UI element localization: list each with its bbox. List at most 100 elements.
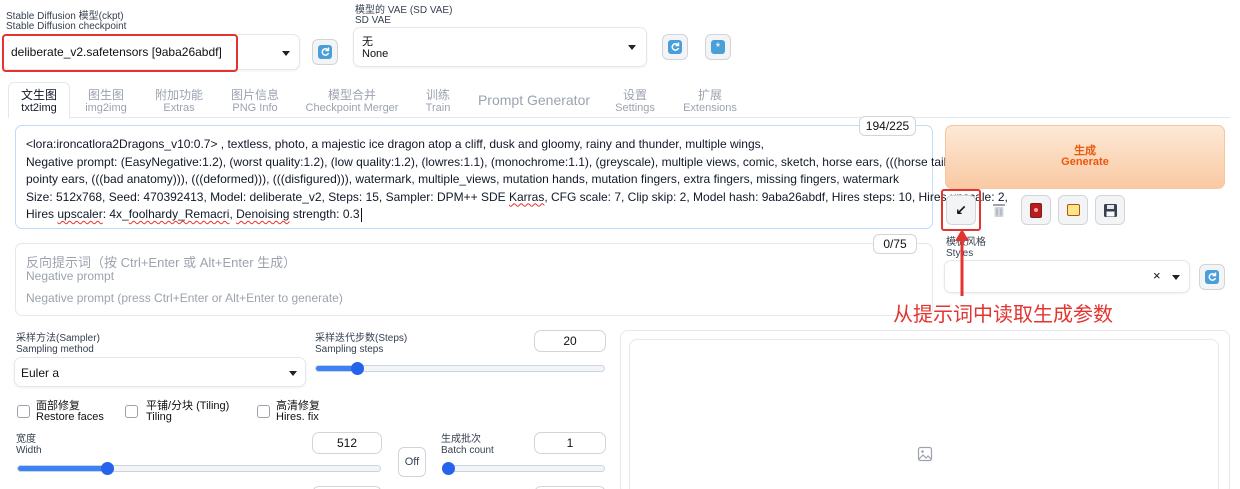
width-slider[interactable] xyxy=(17,465,381,472)
vae-select[interactable]: 无 None xyxy=(353,27,647,67)
tab-extras[interactable]: 附加功能 Extras xyxy=(150,88,208,115)
swap-dimensions-button[interactable]: Off xyxy=(398,447,426,477)
batch-count-label: 生成批次 xyxy=(441,434,481,445)
tab-label: 文生图 xyxy=(20,88,57,102)
tab-label: 扩展 xyxy=(697,88,722,102)
negative-placeholder-hint: Negative prompt (press Ctrl+Enter or Alt… xyxy=(26,291,343,305)
tab-sublabel: Extras xyxy=(163,102,195,114)
output-panel xyxy=(620,330,1230,489)
steps-input[interactable]: 20 xyxy=(534,330,606,352)
refresh-vae-button[interactable] xyxy=(662,34,688,60)
sampler-label: 采样方法(Sampler) xyxy=(16,333,100,344)
prompt-segment: Size: 512x768, Seed: 470392413, Model: d… xyxy=(26,189,509,204)
tab-sublabel: img2img xyxy=(85,102,127,114)
vae-value: 无 xyxy=(362,36,373,48)
tab-label: 图生图 xyxy=(87,88,124,102)
refresh-icon xyxy=(318,45,332,59)
clear-icon[interactable]: × xyxy=(1153,269,1161,283)
prompt-segment: upscaler xyxy=(57,207,103,221)
chevron-down-icon xyxy=(628,45,636,50)
tab-settings[interactable]: 设置 Settings xyxy=(610,88,660,115)
prompt-textarea[interactable]: <lora:ironcatlora2Dragons_v10:0.7> , tex… xyxy=(15,125,1008,229)
prompt-segment: Denoising xyxy=(236,207,290,221)
vae-value-en: None xyxy=(362,48,389,60)
tab-sublabel: Extensions xyxy=(683,102,737,114)
prompt-token-counter: 194/225 xyxy=(859,116,916,136)
show-extra-networks-button[interactable] xyxy=(1021,195,1051,225)
tab-label: Prompt Generator xyxy=(477,92,591,108)
tab-sublabel: PNG Info xyxy=(232,102,278,114)
tab-sublabel: Train xyxy=(425,102,451,114)
generate-button[interactable]: 生成 Generate xyxy=(945,125,1225,189)
prompt-line: Size: 512x768, Seed: 470392413, Model: d… xyxy=(26,189,1008,207)
steps-slider-fill xyxy=(316,366,354,371)
annotation-text: 从提示词中读取生成参数 xyxy=(893,302,1113,326)
annotation-arrow-icon xyxy=(955,229,969,296)
tab-png-info[interactable]: 图片信息 PNG Info xyxy=(225,88,285,115)
steps-slider-thumb[interactable] xyxy=(351,362,364,375)
trash-icon xyxy=(993,204,1005,217)
vae-label-en: SD VAE xyxy=(355,15,391,26)
width-slider-fill xyxy=(18,466,105,471)
tab-prompt-generator[interactable]: Prompt Generator xyxy=(476,92,592,108)
tab-sublabel: Settings xyxy=(615,102,655,114)
tab-label: 图片信息 xyxy=(230,88,279,102)
tab-extensions[interactable]: 扩展 Extensions xyxy=(678,88,742,115)
sampler-value: Euler a xyxy=(21,366,60,380)
refresh-checkpoint-button[interactable] xyxy=(312,39,338,65)
asterisk-icon: * xyxy=(711,40,725,54)
prompt-segment: : 4x_ xyxy=(102,207,129,221)
width-label-en: Width xyxy=(16,445,42,456)
refresh-icon xyxy=(668,40,682,54)
tab-checkpoint-merger[interactable]: 模型合并 Checkpoint Merger xyxy=(302,88,402,115)
batch-count-label-en: Batch count xyxy=(441,445,494,456)
width-input[interactable]: 512 xyxy=(312,432,382,454)
prompt-segment: Karras xyxy=(508,189,545,204)
hires-fix-label-en: Hires. fix xyxy=(276,411,319,423)
text-cursor xyxy=(360,207,362,222)
refresh-styles-button[interactable] xyxy=(1199,264,1225,290)
tab-txt2img[interactable]: 文生图 txt2img xyxy=(14,88,64,115)
batch-count-slider[interactable] xyxy=(442,465,605,472)
steps-label: 采样迭代步数(Steps) xyxy=(315,333,408,344)
tab-divider xyxy=(70,117,1230,118)
batch-count-slider-thumb[interactable] xyxy=(442,462,455,475)
prompt-segment: strength: 0.3 xyxy=(289,207,360,221)
read-params-highlight-box xyxy=(941,189,981,231)
width-label: 宽度 xyxy=(16,434,36,445)
save-style-button[interactable] xyxy=(1095,195,1125,225)
steps-label-en: Sampling steps xyxy=(315,344,384,355)
restore-faces-checkbox[interactable] xyxy=(17,405,30,418)
checkpoint-highlight-box xyxy=(2,34,238,72)
refresh-icon xyxy=(1205,270,1219,284)
restore-faces-label-en: Restore faces xyxy=(36,411,104,423)
tab-train[interactable]: 训练 Train xyxy=(418,88,458,115)
tab-label: 模型合并 xyxy=(327,88,376,102)
tab-label: 训练 xyxy=(425,88,450,102)
styles-select[interactable]: × xyxy=(944,260,1190,293)
sampler-select[interactable]: Euler a xyxy=(14,357,306,387)
prompt-line: Negative prompt: (EasyNegative:1.2), (wo… xyxy=(26,154,962,169)
tab-label: 附加功能 xyxy=(154,88,203,102)
tab-sublabel: Checkpoint Merger xyxy=(305,102,399,114)
output-gallery[interactable] xyxy=(629,339,1219,489)
negative-prompt-textarea[interactable]: 反向提示词（按 Ctrl+Enter 或 Alt+Enter 生成） Negat… xyxy=(15,243,933,316)
prompt-text: <lora:ironcatlora2Dragons_v10:0.7> , tex… xyxy=(26,136,1008,224)
card-icon xyxy=(1030,202,1042,218)
clear-prompt-button[interactable] xyxy=(984,195,1014,225)
apply-style-button[interactable] xyxy=(1058,195,1088,225)
prompt-segment: foolhardy_Remacri xyxy=(128,207,230,221)
prompt-line: pointy ears, (((bad anatomy))), (((defor… xyxy=(26,172,899,186)
tab-label: 设置 xyxy=(622,88,647,102)
tab-img2img[interactable]: 图生图 img2img xyxy=(80,88,132,115)
generate-label-en: Generate xyxy=(1061,156,1109,168)
tiling-checkbox[interactable] xyxy=(125,405,138,418)
batch-count-input[interactable]: 1 xyxy=(534,432,606,454)
negative-token-counter: 0/75 xyxy=(873,234,917,254)
unload-vae-button[interactable]: * xyxy=(705,34,731,60)
prompt-segment: Hires xyxy=(26,207,58,221)
width-slider-thumb[interactable] xyxy=(101,462,115,475)
save-icon xyxy=(1103,203,1117,217)
tab-sublabel: txt2img xyxy=(21,102,57,114)
hires-fix-checkbox[interactable] xyxy=(257,405,270,418)
